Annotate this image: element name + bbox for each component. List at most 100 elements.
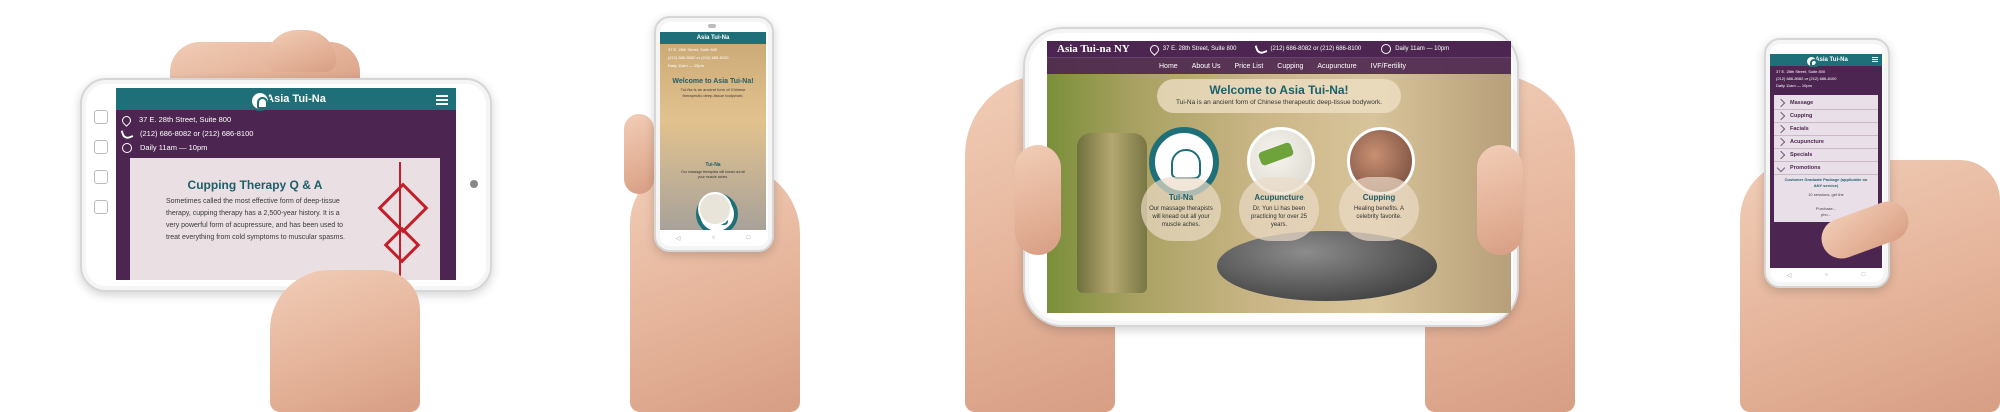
device-3-scene: Asia Tui-na NY 37 E. 28th Street, Suite … xyxy=(965,25,1575,412)
top-bar: Asia Tui-Na xyxy=(660,32,766,44)
mobile-menu: Massage Cupping Facials Acupuncture Spec… xyxy=(1774,95,1878,222)
nav-ivf-fertility[interactable]: IVF/Fertility xyxy=(1371,63,1406,70)
feature-text: Healing benefits. A celebrity favorite. xyxy=(1353,206,1405,220)
logo-icon[interactable] xyxy=(250,91,271,111)
welcome-title: Welcome to Asia Tui-Na! xyxy=(1209,83,1349,97)
tablet-landscape-device: Asia Tui-Na 37 E. 28th Street, Suite 800… xyxy=(80,78,492,292)
recent-icon[interactable]: □ xyxy=(1862,272,1866,278)
device-2-scene: Asia Tui-Na 37 E. 28th Street, Suite 800… xyxy=(620,14,820,412)
contact-block: 37 E. 28th Street, Suite 800 (212) 686-8… xyxy=(660,44,766,72)
clock-icon xyxy=(122,143,132,153)
device-4-scene: Asia Tui-Na 37 E. 28th Street, Suite 800… xyxy=(1740,30,2000,412)
site-logo-text[interactable]: Asia Tui-na NY xyxy=(1057,43,1130,55)
submenu-item: 10 sessions, get the xyxy=(1808,192,1844,197)
bottle-decoration xyxy=(1077,133,1147,293)
feature-tuina[interactable]: Tui-Na Our massage therapists will knead… xyxy=(1141,127,1221,247)
nav-about-us[interactable]: About Us xyxy=(1192,63,1221,70)
cupping-card: Cupping Therapy Q & A Sometimes called t… xyxy=(130,158,440,280)
menu-label: Facials xyxy=(1790,126,1809,132)
feature-text: Our massage therapists will knead out al… xyxy=(1149,206,1213,228)
chinese-knot-decoration xyxy=(377,162,429,280)
tablet-large-screen: Asia Tui-na NY 37 E. 28th Street, Suite … xyxy=(1047,41,1511,313)
home-icon[interactable]: ○ xyxy=(1825,272,1829,278)
address-text[interactable]: 37 E. 28th Street, Suite 800 xyxy=(139,113,231,127)
feature-text: Our massage therapists will knead out al… xyxy=(681,170,745,179)
feature-acupuncture[interactable]: Acupuncture Dr. Yun Li has been practici… xyxy=(1239,127,1319,247)
phone-text[interactable]: (212) 686-8082 or (212) 686-8100 xyxy=(1270,46,1361,52)
nav-home[interactable]: Home xyxy=(1159,63,1178,70)
menu-label: Cupping xyxy=(1790,113,1813,119)
menu-label: Massage xyxy=(1790,100,1814,106)
phone-text[interactable]: (212) 686-8082 or (212) 686-8100 xyxy=(140,127,253,141)
logo-icon[interactable] xyxy=(1806,55,1818,67)
recent-icon[interactable]: □ xyxy=(747,235,751,241)
feature-cupping[interactable]: Cupping Healing benefits. A celebrity fa… xyxy=(1339,127,1419,247)
welcome-subtitle: Tui-Na is an ancient form of Chinese the… xyxy=(680,87,746,98)
nav-acupuncture[interactable]: Acupuncture xyxy=(1317,63,1356,70)
top-bar: Asia Tui-Na xyxy=(116,88,456,111)
next-feature-icon xyxy=(698,192,732,226)
hours-row: Daily 11am — 10pm xyxy=(122,141,450,155)
feature-title: Acupuncture xyxy=(1254,193,1304,202)
hours-text: Daily 11am — 10pm xyxy=(140,143,208,152)
cupping-title: Cupping Therapy Q & A xyxy=(187,178,323,192)
back-icon[interactable]: ◁ xyxy=(676,235,681,242)
chevron-down-icon xyxy=(1776,163,1786,173)
hours-text: Daily 11am — 10pm xyxy=(1776,83,1812,88)
menu-label: Promotions xyxy=(1790,165,1821,171)
feature-title: Tui-Na xyxy=(1168,193,1194,202)
menu-item-cupping[interactable]: Cupping xyxy=(1774,110,1878,123)
contact-block: 37 E. 28th Street, Suite 800 (212) 686-8… xyxy=(1770,66,1882,91)
phone-row: (212) 686-8082 or (212) 686-8100 xyxy=(120,127,450,141)
hamburger-menu-icon[interactable] xyxy=(436,93,448,107)
phone-nav-bar: ◁ ○ □ xyxy=(1770,270,1882,280)
site-title[interactable]: Asia Tui-Na xyxy=(1815,57,1848,63)
nav-price-list[interactable]: Price List xyxy=(1234,63,1263,70)
phone-screen: Asia Tui-Na 37 E. 28th Street, Suite 800… xyxy=(660,32,766,230)
menu-item-massage[interactable]: Massage xyxy=(1774,97,1878,110)
feature-text: Dr. Yun Li has been practicing for over … xyxy=(1250,206,1308,228)
site-title[interactable]: Asia Tui-Na xyxy=(266,93,326,105)
menu-item-facials[interactable]: Facials xyxy=(1774,123,1878,136)
menu-item-specials[interactable]: Specials xyxy=(1774,149,1878,162)
site-title[interactable]: Asia Tui-Na xyxy=(697,35,730,41)
submenu-item[interactable]: Customer Graduate Package (applicable on… xyxy=(1780,177,1872,189)
hand-3-right-thumb xyxy=(1477,145,1523,255)
cupping-body: Sometimes called the most effective form… xyxy=(166,198,345,241)
menu-label: Specials xyxy=(1790,152,1813,158)
camera-dot xyxy=(470,180,478,188)
phone-text[interactable]: (212) 686-8082 or (212) 686-8100 xyxy=(1776,75,1876,82)
back-icon[interactable]: ◁ xyxy=(1787,272,1792,279)
address-text[interactable]: 37 E. 28th Street, Suite 800 xyxy=(1776,68,1876,75)
home-icon[interactable]: ○ xyxy=(712,235,716,241)
map-pin-icon xyxy=(1147,42,1161,56)
hand-1-bottom xyxy=(270,270,420,412)
site-header: Asia Tui-na NY 37 E. 28th Street, Suite … xyxy=(1047,41,1511,57)
tablet-screen: Asia Tui-Na 37 E. 28th Street, Suite 800… xyxy=(116,88,456,280)
welcome-subtitle: Tui-Na is an ancient form of Chinese the… xyxy=(1175,99,1383,106)
speaker xyxy=(708,24,716,28)
nav-cupping[interactable]: Cupping xyxy=(1277,63,1303,70)
main-nav: Home About Us Price List Cupping Acupunc… xyxy=(1047,57,1511,74)
device-side-buttons xyxy=(94,104,110,264)
chevron-right-icon xyxy=(1776,111,1786,121)
menu-item-promotions[interactable]: Promotions xyxy=(1774,162,1878,175)
address-text[interactable]: 37 E. 28th Street, Suite 800 xyxy=(1163,46,1237,52)
menu-item-acupuncture[interactable]: Acupuncture xyxy=(1774,136,1878,149)
address-row: 37 E. 28th Street, Suite 800 xyxy=(120,113,450,127)
contact-block: 37 E. 28th Street, Suite 800 (212) 686-8… xyxy=(116,110,456,158)
hand-1-thumb xyxy=(266,30,336,72)
chevron-right-icon xyxy=(1776,98,1786,108)
device-1-scene: Asia Tui-Na 37 E. 28th Street, Suite 800… xyxy=(70,30,500,412)
hours-text: Daily 11am — 10pm xyxy=(668,63,704,68)
address-text[interactable]: 37 E. 28th Street, Suite 800 xyxy=(668,46,758,54)
hand-2-finger xyxy=(624,114,654,194)
phone-nav-bar: ◁ ○ □ xyxy=(660,232,766,244)
phone-icon xyxy=(1255,42,1268,56)
phone-text[interactable]: (212) 686-8082 or (212) 686-8100 xyxy=(668,54,758,62)
map-pin-icon xyxy=(120,113,133,127)
chevron-right-icon xyxy=(1776,150,1786,160)
tablet-large-device: Asia Tui-na NY 37 E. 28th Street, Suite … xyxy=(1023,27,1519,327)
hours-text: Daily 11am — 10pm xyxy=(1395,46,1450,52)
hamburger-menu-icon[interactable] xyxy=(1872,56,1878,63)
